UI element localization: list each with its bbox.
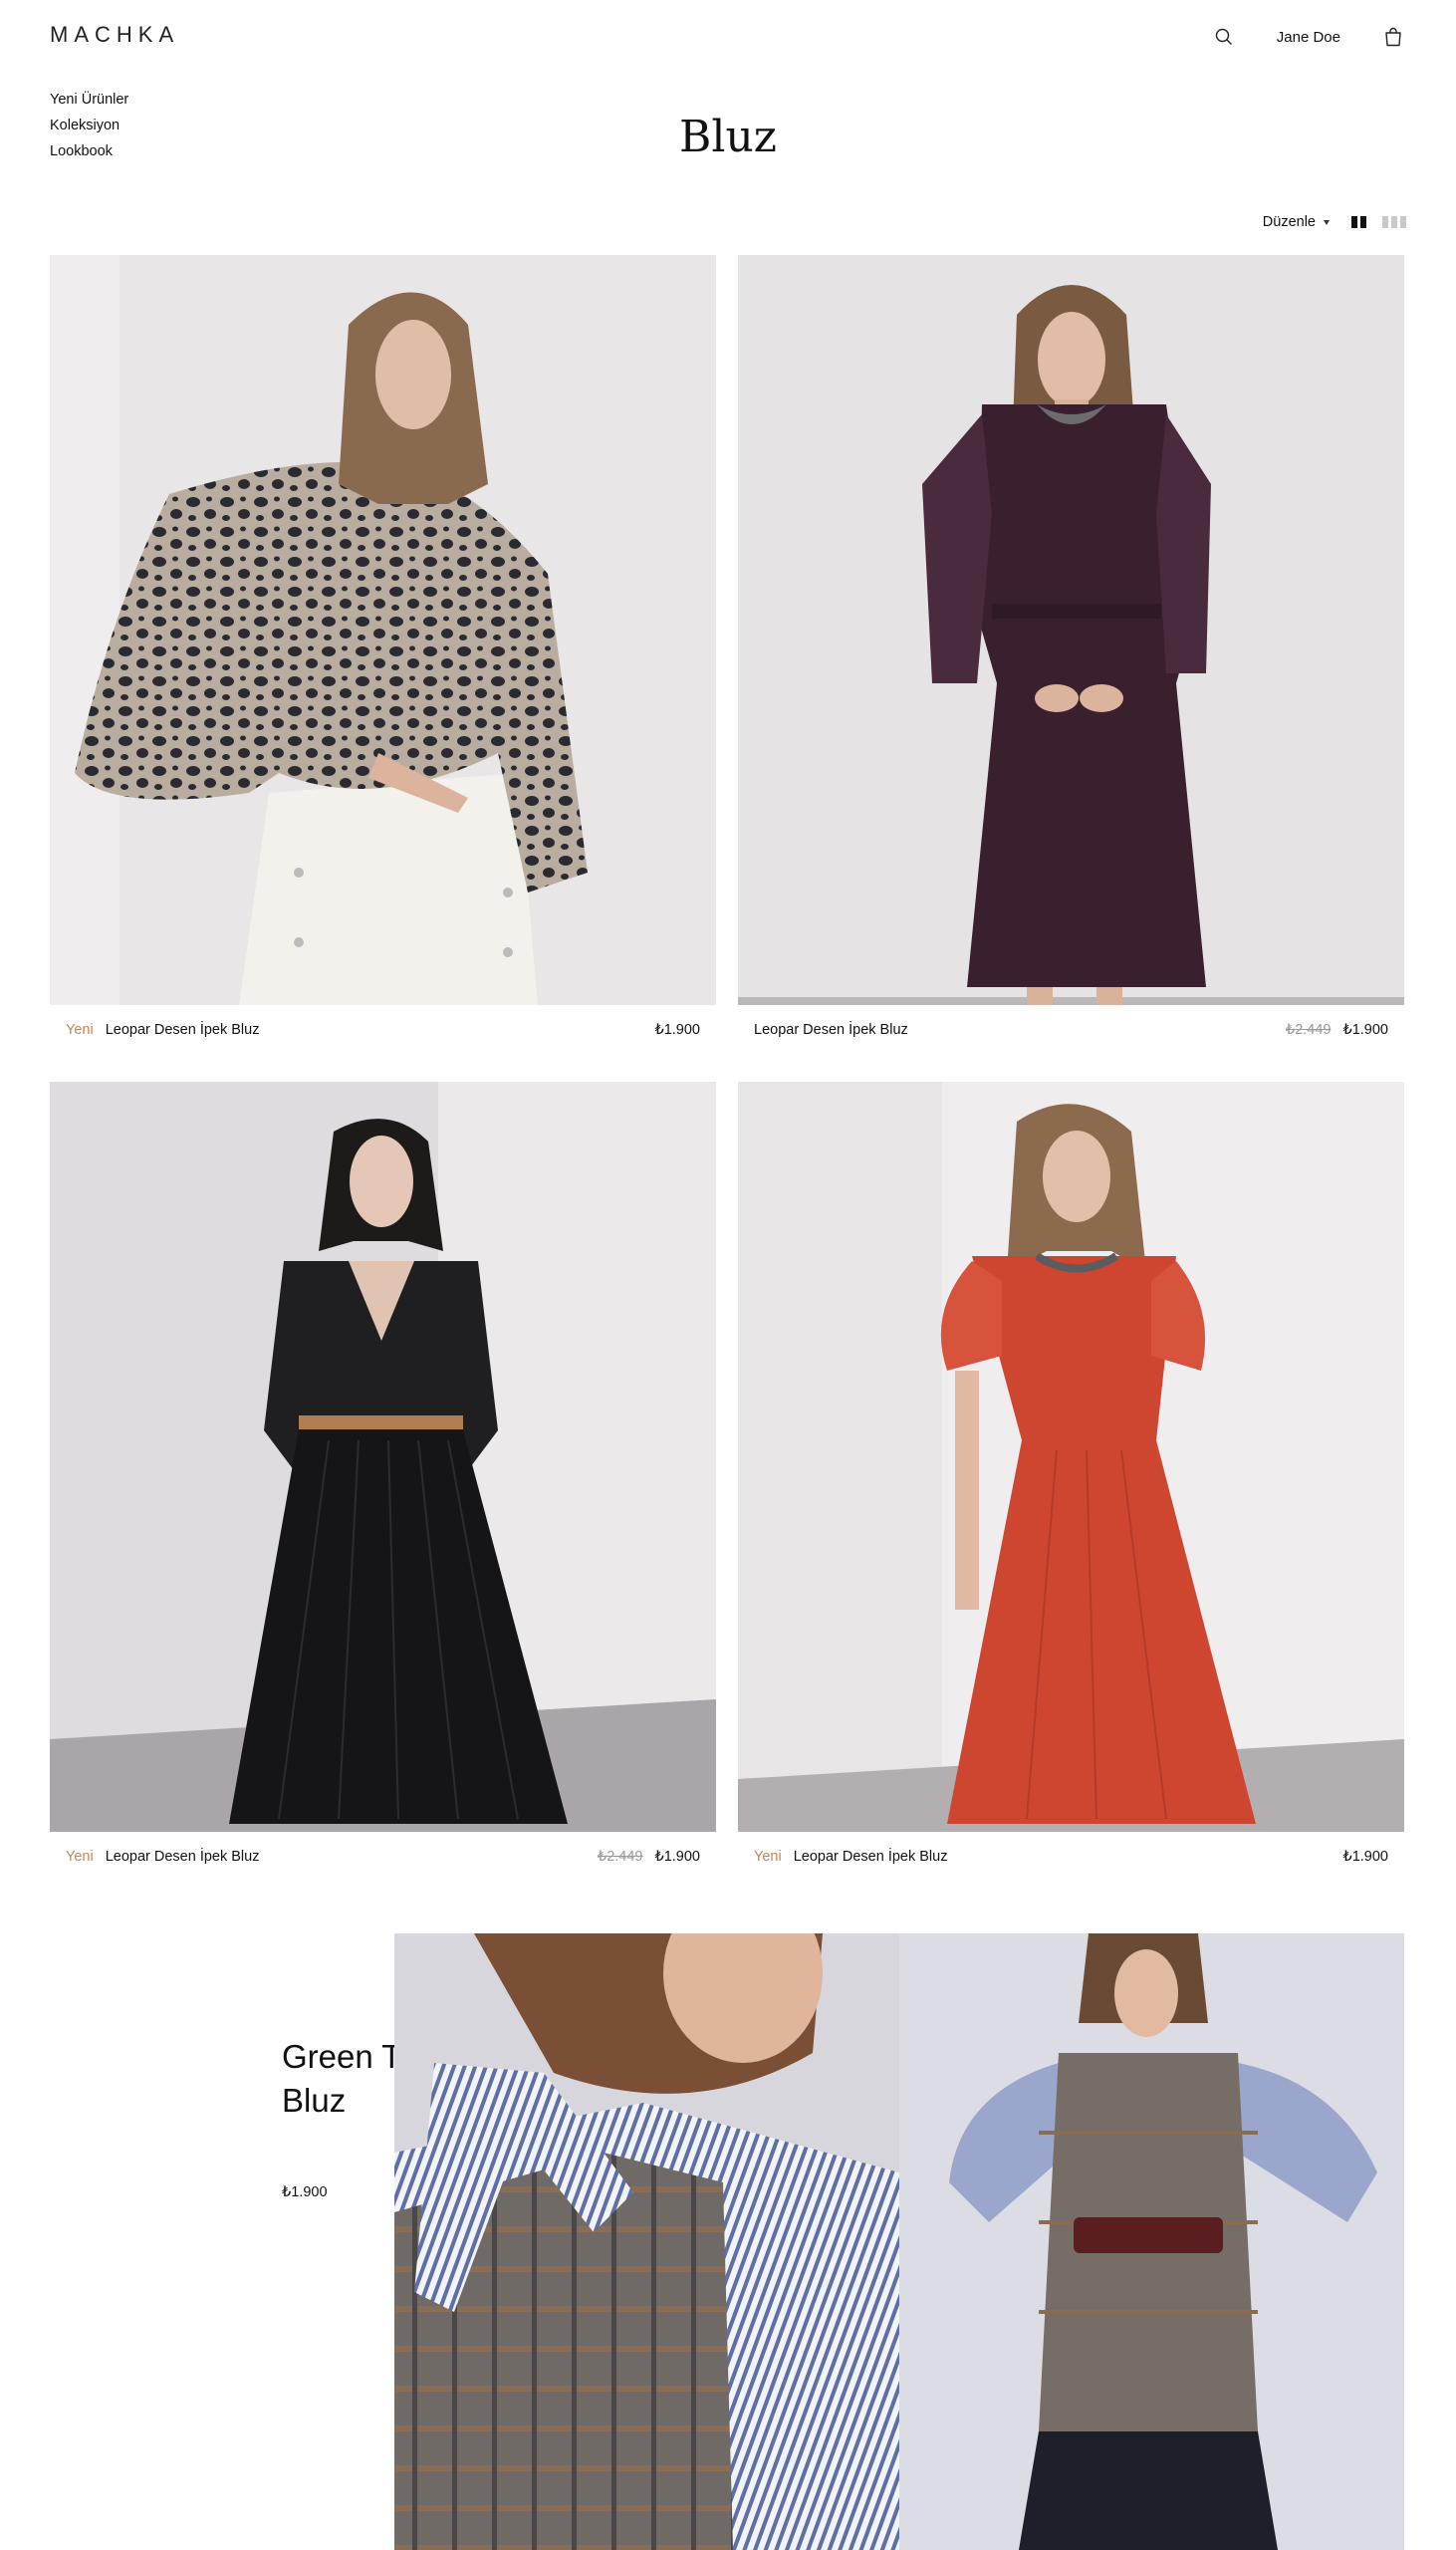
header-actions: Jane Doe: [1211, 22, 1406, 52]
product-price: ₺1.900: [1342, 1022, 1388, 1038]
product-name[interactable]: Leopar Desen İpek Bluz: [106, 1849, 598, 1865]
view-switcher: [1351, 216, 1406, 228]
featured-image-full[interactable]: [899, 1933, 1404, 2550]
old-price: ₺2.449: [1285, 1022, 1332, 1038]
site-header: MACHKA Jane Doe: [0, 0, 1456, 74]
search-icon[interactable]: [1211, 24, 1237, 50]
sort-dropdown[interactable]: Düzenle: [1263, 214, 1330, 230]
new-badge: Yeni: [754, 1849, 782, 1865]
new-badge: Yeni: [66, 1849, 94, 1865]
product-card[interactable]: Yeni Leopar Desen İpek Bluz ₺1.900: [738, 1082, 1404, 1882]
product-price: ₺1.900: [654, 1849, 700, 1865]
shopping-bag-icon[interactable]: [1380, 24, 1406, 50]
product-name[interactable]: Leopar Desen İpek Bluz: [106, 1022, 655, 1038]
sort-label: Düzenle: [1262, 214, 1316, 230]
product-price: ₺1.900: [654, 1022, 700, 1038]
product-name[interactable]: Leopar Desen İpek Bluz: [754, 1022, 1286, 1038]
product-price: ₺1.900: [1342, 1849, 1388, 1865]
user-account-link[interactable]: Jane Doe: [1277, 29, 1340, 46]
caret-down-icon: [1324, 220, 1330, 225]
featured-product-price: ₺1.900: [282, 2184, 328, 2200]
page-title: Bluz: [679, 112, 777, 162]
product-info: Leopar Desen İpek Bluz ₺2.449 ₺1.900: [738, 1005, 1404, 1055]
product-image[interactable]: [738, 255, 1404, 1005]
product-name[interactable]: Leopar Desen İpek Bluz: [794, 1849, 1343, 1865]
product-card[interactable]: Yeni Leopar Desen İpek Bluz ₺1.900: [50, 255, 716, 1055]
two-column-grid-icon[interactable]: [1351, 216, 1366, 228]
listing-toolbar: Düzenle: [1263, 212, 1406, 232]
brand-logo[interactable]: MACHKA: [50, 22, 179, 48]
featured-image-closeup[interactable]: [394, 1933, 899, 2550]
product-image[interactable]: [738, 1082, 1404, 1832]
nav-item-new-products[interactable]: Yeni Ürünler: [50, 92, 128, 109]
three-column-grid-icon[interactable]: [1382, 216, 1406, 228]
product-info: Yeni Leopar Desen İpek Bluz ₺1.900: [738, 1832, 1404, 1882]
product-info: Yeni Leopar Desen İpek Bluz ₺2.449 ₺1.90…: [50, 1832, 716, 1882]
product-info: Yeni Leopar Desen İpek Bluz ₺1.900: [50, 1005, 716, 1055]
old-price: ₺2.449: [597, 1849, 643, 1865]
product-card[interactable]: Yeni Leopar Desen İpek Bluz ₺2.449 ₺1.90…: [50, 1082, 716, 1882]
new-badge: Yeni: [66, 1022, 94, 1038]
product-image[interactable]: [50, 255, 716, 1005]
product-card[interactable]: Leopar Desen İpek Bluz ₺2.449 ₺1.900: [738, 255, 1404, 1055]
product-image[interactable]: [50, 1082, 716, 1832]
